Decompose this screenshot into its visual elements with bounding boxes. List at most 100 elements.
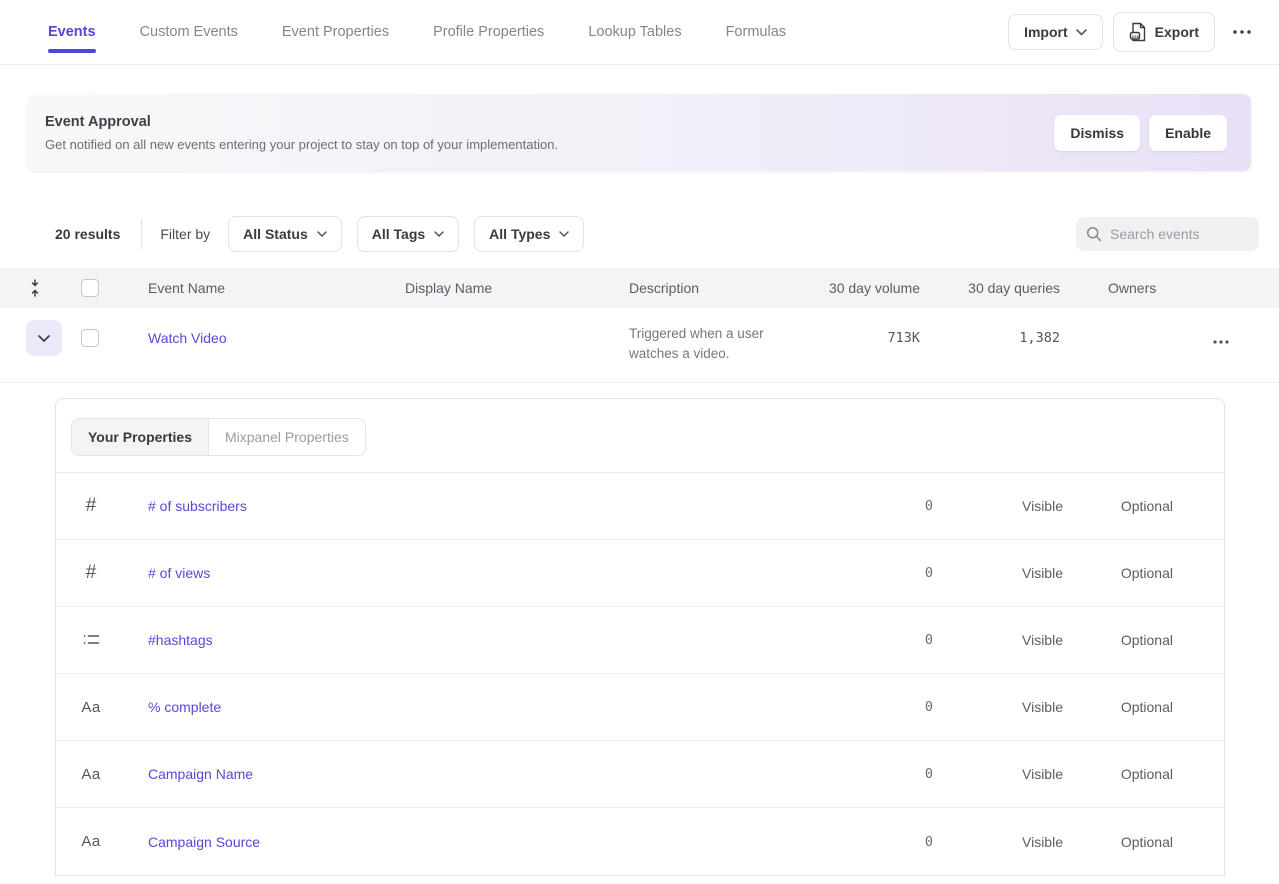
divider xyxy=(141,219,142,249)
banner-text: Event Approval Get notified on all new e… xyxy=(45,114,558,152)
collapse-row-button[interactable] xyxy=(26,320,62,356)
event-approval-banner: Event Approval Get notified on all new e… xyxy=(28,94,1251,171)
property-row: # # of views 0 Visible Optional xyxy=(56,540,1224,607)
tab-your-properties[interactable]: Your Properties xyxy=(72,419,209,455)
tab-lookup-tables[interactable]: Lookup Tables xyxy=(588,0,681,64)
event-30-day-volume: 713K xyxy=(810,320,920,346)
chevron-down-icon xyxy=(317,231,327,237)
tab-formulas[interactable]: Formulas xyxy=(726,0,786,64)
enable-button[interactable]: Enable xyxy=(1149,115,1227,151)
chevron-down-icon xyxy=(559,231,569,237)
property-row: Aa Campaign Name 0 Visible Optional xyxy=(56,741,1224,808)
row-more-actions-button[interactable] xyxy=(1205,332,1237,352)
property-requirement: Optional xyxy=(1063,699,1173,715)
property-name-link[interactable]: # of subscribers xyxy=(126,498,813,514)
property-count: 0 xyxy=(813,699,933,715)
types-filter-dropdown[interactable]: All Types xyxy=(474,216,584,252)
tags-filter-value: All Tags xyxy=(372,226,425,242)
column-30-day-volume: 30 day volume xyxy=(810,280,920,296)
property-count: 0 xyxy=(813,834,933,850)
property-requirement: Optional xyxy=(1063,834,1173,850)
import-button-label: Import xyxy=(1024,24,1068,40)
property-visibility: Visible xyxy=(933,699,1063,715)
property-visibility: Visible xyxy=(933,766,1063,782)
property-name-link[interactable]: % complete xyxy=(126,699,813,715)
row-checkbox[interactable] xyxy=(81,329,99,347)
properties-tabs-header: Your Properties Mixpanel Properties xyxy=(56,399,1224,473)
search-events-input[interactable] xyxy=(1110,226,1249,242)
export-button[interactable]: csv Export xyxy=(1113,12,1215,52)
export-button-label: Export xyxy=(1155,24,1199,40)
chevron-down-icon xyxy=(1076,29,1087,36)
event-description: Triggered when a user watches a video. xyxy=(629,320,807,364)
column-description: Description xyxy=(620,280,810,296)
search-icon xyxy=(1086,226,1102,242)
tab-profile-properties[interactable]: Profile Properties xyxy=(433,0,544,64)
banner-actions: Dismiss Enable xyxy=(1054,115,1227,151)
property-requirement: Optional xyxy=(1063,565,1173,581)
status-filter-dropdown[interactable]: All Status xyxy=(228,216,342,252)
properties-segmented-control: Your Properties Mixpanel Properties xyxy=(71,418,366,456)
tags-filter-dropdown[interactable]: All Tags xyxy=(357,216,459,252)
lexicon-tabs: Events Custom Events Event Properties Pr… xyxy=(48,0,786,64)
property-count: 0 xyxy=(813,632,933,648)
topbar-actions: Import csv Export xyxy=(1008,12,1259,52)
results-count: 20 results xyxy=(55,226,120,242)
filter-by-label: Filter by xyxy=(160,226,210,242)
collapse-rows-icon xyxy=(28,278,42,298)
types-filter-value: All Types xyxy=(489,226,550,242)
property-row: #hashtags 0 Visible Optional xyxy=(56,607,1224,674)
ellipsis-icon xyxy=(1213,340,1229,344)
import-button[interactable]: Import xyxy=(1008,14,1103,50)
number-icon: # xyxy=(56,562,126,584)
event-properties-panel: Your Properties Mixpanel Properties # # … xyxy=(55,398,1225,876)
tab-events[interactable]: Events xyxy=(48,0,96,64)
csv-file-icon: csv xyxy=(1129,22,1147,42)
property-name-link[interactable]: Campaign Source xyxy=(126,834,813,850)
column-30-day-queries: 30 day queries xyxy=(920,280,1060,296)
events-table-header: Event Name Display Name Description 30 d… xyxy=(0,268,1279,308)
tab-custom-events[interactable]: Custom Events xyxy=(140,0,238,64)
property-requirement: Optional xyxy=(1063,632,1173,648)
property-name-link[interactable]: #hashtags xyxy=(126,632,813,648)
ellipsis-icon xyxy=(1233,30,1251,34)
property-requirement: Optional xyxy=(1063,766,1173,782)
banner-subtitle: Get notified on all new events entering … xyxy=(45,137,558,152)
text-icon: Aa xyxy=(56,766,126,783)
event-row-watch-video: Watch Video Triggered when a user watche… xyxy=(0,308,1279,383)
property-row: # # of subscribers 0 Visible Optional xyxy=(56,473,1224,540)
search-events-box[interactable] xyxy=(1076,217,1259,251)
chevron-down-icon xyxy=(434,231,444,237)
svg-text:csv: csv xyxy=(1131,34,1139,39)
property-count: 0 xyxy=(813,498,933,514)
chevron-down-icon xyxy=(38,335,50,342)
property-row: Aa % complete 0 Visible Optional xyxy=(56,674,1224,741)
property-visibility: Visible xyxy=(933,834,1063,850)
property-visibility: Visible xyxy=(933,632,1063,648)
column-owners: Owners xyxy=(1060,280,1180,296)
collapse-all-button[interactable] xyxy=(0,278,70,298)
more-actions-button[interactable] xyxy=(1225,22,1259,42)
property-requirement: Optional xyxy=(1063,498,1173,514)
event-30-day-queries: 1,382 xyxy=(920,320,1060,346)
tab-event-properties[interactable]: Event Properties xyxy=(282,0,389,64)
list-icon xyxy=(56,633,126,647)
dismiss-button[interactable]: Dismiss xyxy=(1054,115,1140,151)
event-name-link[interactable]: Watch Video xyxy=(148,320,227,346)
banner-title: Event Approval xyxy=(45,114,558,130)
number-icon: # xyxy=(56,495,126,517)
property-row: Aa Campaign Source 0 Visible Optional xyxy=(56,808,1224,875)
property-name-link[interactable]: Campaign Name xyxy=(126,766,813,782)
property-count: 0 xyxy=(813,766,933,782)
text-icon: Aa xyxy=(56,833,126,850)
property-name-link[interactable]: # of views xyxy=(126,565,813,581)
top-navigation-bar: Events Custom Events Event Properties Pr… xyxy=(0,0,1279,65)
text-icon: Aa xyxy=(56,699,126,716)
property-visibility: Visible xyxy=(933,565,1063,581)
column-event-name: Event Name xyxy=(130,280,395,296)
status-filter-value: All Status xyxy=(243,226,308,242)
property-count: 0 xyxy=(813,565,933,581)
select-all-checkbox[interactable] xyxy=(81,279,99,297)
column-display-name: Display Name xyxy=(395,280,620,296)
tab-mixpanel-properties[interactable]: Mixpanel Properties xyxy=(209,419,365,455)
